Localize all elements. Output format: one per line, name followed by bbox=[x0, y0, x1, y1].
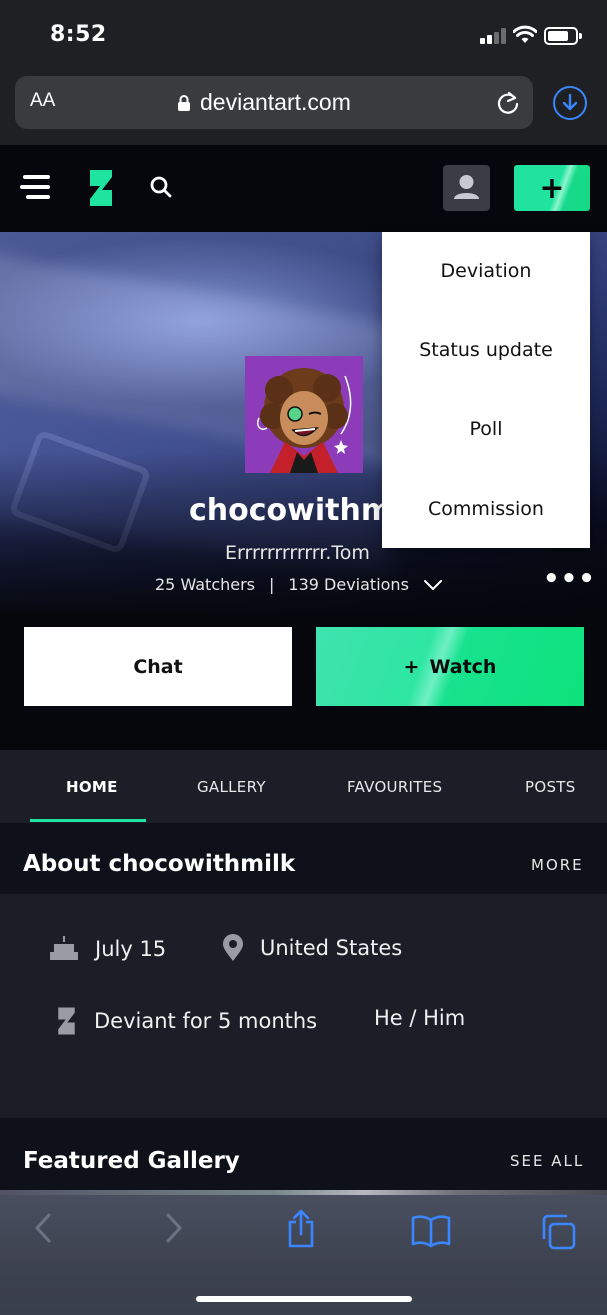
share-icon[interactable] bbox=[285, 1208, 317, 1248]
featured-gallery-title: Featured Gallery bbox=[23, 1148, 240, 1174]
watch-button[interactable]: + Watch bbox=[316, 627, 584, 706]
location-info: United States bbox=[222, 934, 402, 962]
battery-icon bbox=[544, 27, 582, 45]
stats-separator: | bbox=[269, 575, 275, 594]
tab-favourites[interactable]: FAVOURITES bbox=[347, 778, 442, 796]
reload-icon[interactable] bbox=[495, 90, 521, 116]
menu-item-poll[interactable]: Poll bbox=[382, 418, 590, 440]
tab-gallery[interactable]: GALLERY bbox=[197, 778, 266, 796]
profile-tagline: Errrrrrrrrrrr.Tom bbox=[225, 542, 370, 564]
text-size-label: AA bbox=[30, 90, 56, 111]
birthday-info: July 15 bbox=[49, 936, 166, 962]
url-text: deviantart.com bbox=[200, 89, 351, 115]
create-button[interactable]: + bbox=[514, 165, 590, 211]
about-section-body: July 15 United States Deviant for 5 mont… bbox=[0, 894, 607, 1118]
chevron-down-icon[interactable] bbox=[423, 579, 443, 591]
profile-stats: 25 Watchers | 139 Deviations bbox=[155, 575, 443, 594]
create-menu: Deviation Status update Poll Commission bbox=[382, 232, 590, 548]
chat-button-label: Chat bbox=[133, 655, 183, 678]
lock-icon bbox=[178, 94, 190, 111]
browser-address-row: AA deviantart.com bbox=[0, 70, 607, 145]
profile-avatar[interactable] bbox=[245, 356, 363, 473]
bookmarks-icon[interactable] bbox=[411, 1214, 451, 1248]
tabs-icon[interactable] bbox=[540, 1214, 576, 1250]
forward-icon[interactable] bbox=[164, 1212, 184, 1244]
profile-tabs: HOME GALLERY FAVOURITES POSTS bbox=[0, 750, 607, 823]
user-icon bbox=[454, 175, 479, 199]
deviations-count[interactable]: 139 Deviations bbox=[288, 575, 409, 594]
wifi-icon bbox=[513, 25, 537, 43]
more-options-button[interactable]: ••• bbox=[543, 566, 596, 592]
birthday-text: July 15 bbox=[95, 937, 167, 961]
downloads-button[interactable] bbox=[553, 86, 587, 120]
chat-button[interactable]: Chat bbox=[24, 627, 292, 706]
see-all-link[interactable]: SEE ALL bbox=[510, 1152, 584, 1170]
about-title: About chocowithmilk bbox=[23, 851, 296, 877]
site-header: + bbox=[0, 145, 607, 232]
menu-item-commission[interactable]: Commission bbox=[382, 498, 590, 520]
deviant-since-text: Deviant for 5 months bbox=[94, 1009, 318, 1033]
status-bar: 8:52 bbox=[0, 0, 607, 70]
menu-icon[interactable] bbox=[20, 175, 50, 201]
deviant-since-info: Deviant for 5 months bbox=[52, 1006, 317, 1036]
cellular-signal-icon bbox=[480, 28, 506, 44]
deviantart-logo-icon bbox=[58, 1007, 75, 1035]
text-size-button[interactable]: AA bbox=[30, 90, 55, 112]
profile-username: chocowithmi bbox=[189, 493, 403, 528]
tab-home[interactable]: HOME bbox=[66, 778, 118, 796]
about-section-header: About chocowithmilk MORE bbox=[0, 823, 607, 894]
deviantart-logo-icon[interactable] bbox=[85, 168, 113, 208]
about-more-link[interactable]: MORE bbox=[531, 856, 584, 874]
address-bar[interactable]: AA deviantart.com bbox=[15, 76, 533, 129]
create-button-label: + bbox=[539, 170, 565, 206]
back-icon[interactable] bbox=[33, 1212, 53, 1244]
avatar-illustration bbox=[245, 356, 363, 473]
url-display[interactable]: deviantart.com bbox=[177, 89, 351, 116]
location-pin-icon bbox=[223, 934, 243, 961]
download-arrow-icon bbox=[562, 93, 578, 111]
watchers-count[interactable]: 25 Watchers bbox=[155, 575, 255, 594]
tab-posts[interactable]: POSTS bbox=[525, 778, 576, 796]
status-time: 8:52 bbox=[50, 22, 107, 47]
cake-icon bbox=[50, 936, 78, 960]
featured-gallery-header: Featured Gallery SEE ALL bbox=[0, 1118, 607, 1190]
home-indicator[interactable] bbox=[196, 1296, 412, 1302]
pronouns-info: He / Him bbox=[374, 1006, 465, 1030]
watch-button-label: Watch bbox=[429, 655, 497, 678]
user-avatar-button[interactable] bbox=[443, 165, 490, 211]
pronouns-text: He / Him bbox=[374, 1006, 466, 1030]
active-tab-indicator bbox=[30, 819, 146, 822]
search-icon[interactable] bbox=[149, 175, 173, 199]
plus-icon: + bbox=[403, 655, 420, 678]
menu-item-status-update[interactable]: Status update bbox=[382, 339, 590, 361]
menu-item-deviation[interactable]: Deviation bbox=[382, 260, 590, 282]
location-text: United States bbox=[260, 936, 403, 960]
